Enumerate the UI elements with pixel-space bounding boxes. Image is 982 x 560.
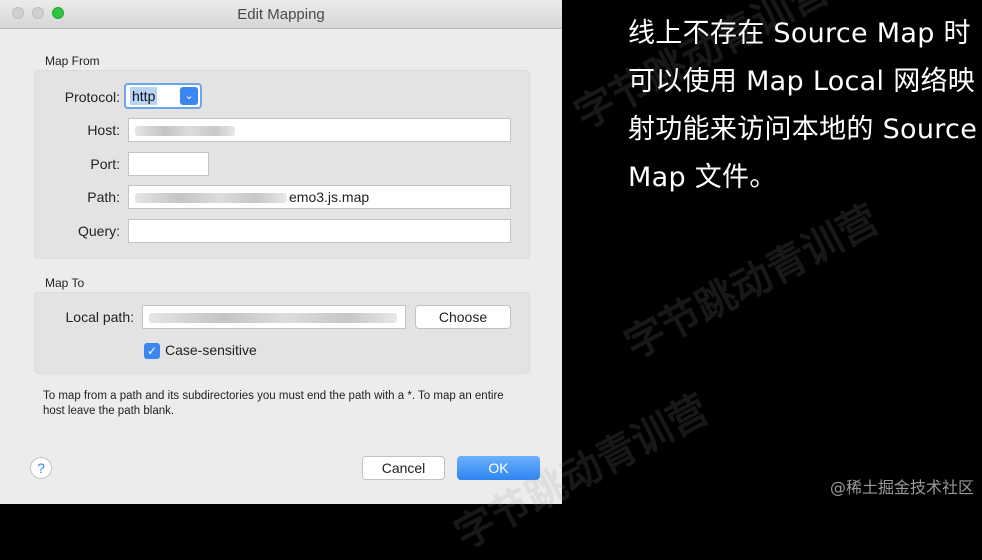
- title-bar: Edit Mapping: [0, 0, 562, 29]
- edit-mapping-dialog: Edit Mapping Map From Protocol: http ⌄ H…: [0, 0, 562, 504]
- port-field[interactable]: [128, 152, 209, 176]
- slide-caption: 线上不存在 Source Map 时可以使用 Map Local 网络映射功能来…: [628, 18, 978, 193]
- map-to-heading: Map To: [45, 276, 85, 290]
- protocol-select[interactable]: http ⌄: [124, 83, 202, 109]
- port-label: Port:: [90, 156, 120, 172]
- local-path-field[interactable]: [142, 305, 406, 329]
- local-path-label: Local path:: [65, 309, 135, 325]
- dialog-title: Edit Mapping: [237, 6, 325, 23]
- redacted-local-path-text: [149, 313, 397, 324]
- redacted-path-text: [135, 193, 287, 204]
- chevron-down-icon[interactable]: ⌄: [180, 87, 198, 105]
- host-label: Host:: [87, 122, 120, 138]
- case-sensitive-label[interactable]: Case-sensitive: [165, 342, 257, 358]
- query-field[interactable]: [128, 219, 511, 243]
- path-label: Path:: [87, 189, 120, 205]
- watermark-middle: 字节跳动青训营: [617, 196, 887, 369]
- mapping-help-note: To map from a path and its subdirectorie…: [43, 390, 504, 417]
- host-field[interactable]: [128, 118, 511, 142]
- path-value: emo3.js.map: [289, 189, 370, 205]
- protocol-value: http: [130, 87, 158, 105]
- case-sensitive-checkbox[interactable]: ✓: [144, 343, 160, 359]
- path-field[interactable]: emo3.js.map: [128, 185, 511, 209]
- cancel-button[interactable]: Cancel: [362, 456, 445, 480]
- question-icon[interactable]: ?: [30, 457, 52, 479]
- redacted-host-text: [135, 126, 235, 137]
- source-credit: @稀土掘金技术社区: [829, 478, 974, 497]
- map-from-heading: Map From: [45, 54, 100, 68]
- checkmark-icon: ✓: [146, 344, 158, 358]
- choose-button[interactable]: Choose: [415, 305, 511, 329]
- query-label: Query:: [77, 223, 120, 239]
- protocol-label: Protocol:: [64, 89, 120, 105]
